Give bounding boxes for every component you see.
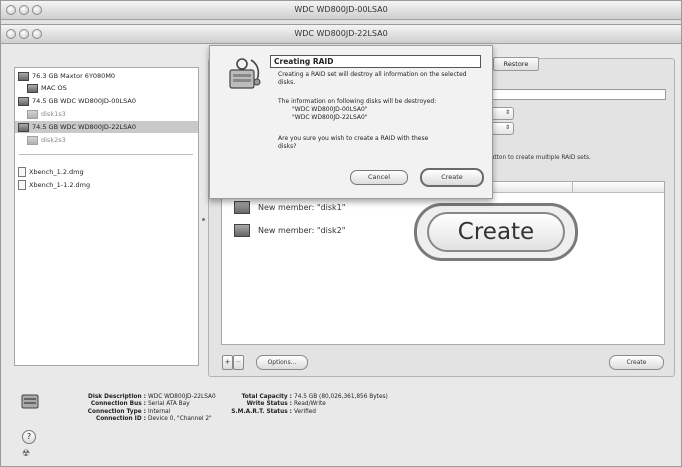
- back-window: WDC WD800JD-00LSA0: [0, 0, 682, 26]
- dmg-icon: [18, 167, 26, 177]
- create-raid-button[interactable]: Create: [609, 355, 664, 370]
- sidebar-item-label: 76.3 GB Maxtor 6Y080M0: [32, 72, 116, 80]
- split-view-handle[interactable]: [202, 218, 205, 221]
- info-label: S.M.A.R.T. Status :: [231, 408, 292, 415]
- drive-icon: [234, 201, 250, 214]
- info-label: Connection Type :: [87, 408, 146, 415]
- info-label: Disk Description :: [88, 394, 146, 400]
- add-member-button[interactable]: +: [222, 355, 233, 370]
- sidebar-item-label: 74.5 GB WDC WD800JD-00LSA0: [32, 97, 136, 105]
- create-button-callout: Create: [409, 197, 579, 263]
- tab-restore[interactable]: Restore: [493, 57, 539, 71]
- drive-icon: [18, 96, 29, 106]
- sidebar-item-label: Xbench_1-1.2.dmg: [29, 181, 91, 189]
- sidebar-item-wdc-00lsa0[interactable]: 74.5 GB WDC WD800JD-00LSA0: [18, 95, 136, 107]
- dialog-question: Are you sure you wish to create a RAID w…: [278, 135, 429, 150]
- info-value: Device 0, "Channel 2": [148, 415, 212, 422]
- sidebar-item-mac-os[interactable]: MAC OS: [27, 82, 67, 94]
- minimize-window-icon[interactable]: [19, 5, 29, 15]
- sidebar-item-label: 74.5 GB WDC WD800JD-22LSA0: [32, 123, 136, 131]
- dialog-title: Creating RAID: [270, 55, 481, 68]
- dialog-disk-2: "WDC WD800JD-22LSA0": [292, 114, 368, 121]
- dialog-disk-1: "WDC WD800JD-00LSA0": [292, 106, 368, 113]
- volume-icon: [27, 83, 38, 93]
- info-value: Serial ATA Bay: [148, 401, 190, 408]
- dialog-destroy-intro: The information on following disks will …: [278, 98, 437, 105]
- dmg-icon: [18, 180, 26, 190]
- info-label: Total Capacity :: [241, 394, 292, 400]
- raid-member-disk2[interactable]: New member: "disk2": [234, 224, 345, 237]
- callout-create-button: Create: [427, 212, 565, 252]
- info-right-labels: Total Capacity : Write Status : S.M.A.R.…: [226, 394, 292, 416]
- sidebar-item-wdc-22lsa0-selected[interactable]: 74.5 GB WDC WD800JD-22LSA0: [15, 121, 198, 133]
- disk-info-icon: [21, 394, 39, 409]
- zoom-window-icon[interactable]: [32, 5, 42, 15]
- minimize-window-icon[interactable]: [19, 29, 29, 39]
- raid-scheme-popup[interactable]: ⇕: [490, 122, 514, 135]
- front-window-title: WDC WD800JD-22LSA0: [294, 29, 388, 38]
- raid-name-field[interactable]: [492, 89, 666, 100]
- info-value: Read/Write: [294, 401, 326, 408]
- front-window-titlebar: WDC WD800JD-22LSA0: [1, 25, 681, 44]
- back-window-title: WDC WD800JD-00LSA0: [294, 5, 388, 14]
- creating-raid-dialog: Creating RAID Creating a RAID set will d…: [209, 45, 493, 199]
- volume-icon: [27, 109, 38, 119]
- column-divider: [572, 182, 573, 192]
- popup-arrows-icon: ⇕: [504, 124, 510, 131]
- raid-warning-icon: [224, 58, 264, 92]
- close-window-icon[interactable]: [6, 29, 16, 39]
- info-value: WDC WD800JD-22LSA0: [148, 394, 216, 400]
- info-right-values: 74.5 GB (80,026,361,856 Bytes) Read/Writ…: [294, 394, 388, 416]
- info-value: Internal: [148, 408, 171, 415]
- raid-member-label: New member: "disk2": [258, 226, 346, 235]
- popup-arrows-icon: ⇕: [504, 109, 510, 116]
- burn-icon[interactable]: ☢: [22, 449, 30, 459]
- close-window-icon[interactable]: [6, 5, 16, 15]
- sidebar-divider: [19, 154, 193, 155]
- drive-icon: [234, 224, 250, 237]
- zoom-window-icon[interactable]: [32, 29, 42, 39]
- drive-icon: [18, 122, 29, 132]
- info-label: Connection Bus :: [90, 401, 146, 408]
- help-icon[interactable]: ?: [22, 430, 36, 444]
- raid-member-disk1[interactable]: New member: "disk1": [234, 201, 345, 214]
- drive-icon: [18, 71, 29, 81]
- sidebar-item-label: disk2s3: [41, 136, 66, 144]
- confirm-create-button[interactable]: Create: [420, 168, 484, 187]
- info-value: Verified: [294, 408, 316, 415]
- sidebar-item-label: disk1s3: [41, 110, 66, 118]
- info-value: 74.5 GB (80,026,361,856 Bytes): [294, 394, 388, 400]
- sidebar-item-label: MAC OS: [41, 84, 67, 92]
- sidebar-item-maxtor[interactable]: 76.3 GB Maxtor 6Y080M0: [18, 70, 115, 82]
- sidebar-item-disk2s3[interactable]: disk2s3: [27, 134, 66, 146]
- sidebar-item-label: Xbench_1.2.dmg: [29, 168, 84, 176]
- volume-format-popup[interactable]: ⇕: [490, 107, 514, 120]
- tab-restore-label: Restore: [503, 60, 529, 68]
- sidebar-item-xbench-dmg[interactable]: Xbench_1.2.dmg: [18, 166, 84, 178]
- sidebar-item-disk1s3[interactable]: disk1s3: [27, 108, 66, 120]
- dialog-message: Creating a RAID set will destroy all inf…: [278, 71, 467, 86]
- cancel-button[interactable]: Cancel: [350, 170, 408, 185]
- info-label: Connection ID :: [95, 415, 146, 422]
- back-window-titlebar: WDC WD800JD-00LSA0: [1, 1, 681, 20]
- options-button[interactable]: Options...: [256, 355, 308, 370]
- raid-hint-text: button to create multiple RAID sets.: [487, 155, 591, 161]
- info-left-labels: Disk Description : Connection Bus : Conn…: [60, 394, 146, 423]
- sidebar-item-xbench-1-dmg[interactable]: Xbench_1-1.2.dmg: [18, 179, 90, 191]
- info-left-values: WDC WD800JD-22LSA0 Serial ATA Bay Intern…: [148, 394, 216, 423]
- volume-icon: [27, 135, 38, 145]
- raid-member-label: New member: "disk1": [258, 203, 346, 212]
- info-label: Write Status :: [246, 401, 292, 408]
- remove-member-button[interactable]: −: [233, 355, 244, 370]
- disk-list-sidebar[interactable]: 76.3 GB Maxtor 6Y080M0 MAC OS 74.5 GB WD…: [14, 67, 199, 366]
